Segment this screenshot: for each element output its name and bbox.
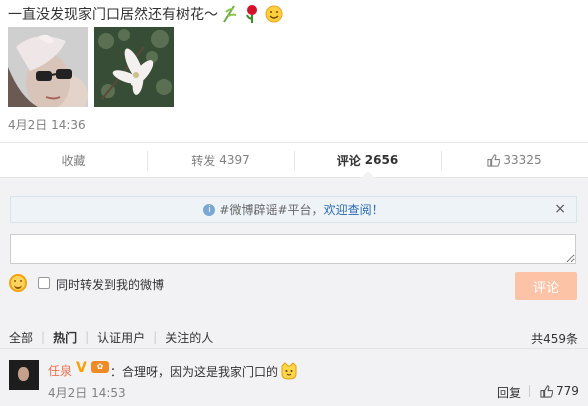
post-time[interactable]: 4月2日 14:36 bbox=[8, 116, 86, 133]
post-text: 一直没发现家门口居然还有树花～ bbox=[8, 7, 218, 23]
comment-like-button[interactable]: 779 bbox=[540, 384, 579, 398]
like-button[interactable]: 33325 bbox=[441, 143, 588, 177]
tab-separator: | bbox=[153, 330, 158, 344]
comment-filter-tabs: 全部 | 热门 | 认证用户 | 关注的人 共459条 bbox=[0, 318, 588, 356]
avatar-face bbox=[18, 367, 29, 381]
post-images bbox=[8, 27, 174, 107]
comment-label: 评论 bbox=[336, 153, 361, 168]
comment-total: 共459条 bbox=[531, 332, 578, 346]
verified-badge-icon: V bbox=[76, 360, 87, 376]
notice-prefix: #微博辟谣# bbox=[219, 203, 288, 217]
tab-separator: | bbox=[85, 330, 90, 344]
thumbs-up-icon bbox=[540, 384, 553, 398]
info-icon: i bbox=[203, 203, 216, 216]
comment-item: 任泉 V ✿ ：合理呀，因为这是我家门口的 4月2日 14:53 回复 779 bbox=[0, 354, 588, 406]
tab-following[interactable]: 关注的人 bbox=[165, 329, 213, 346]
thumbs-up-icon bbox=[487, 153, 501, 167]
comment-username[interactable]: 任泉 bbox=[48, 362, 72, 379]
comment-like-count: 779 bbox=[556, 384, 579, 398]
repost-checkbox-label[interactable]: 同时转发到我的微博 bbox=[56, 276, 164, 293]
bamboo-emoji-icon bbox=[223, 5, 237, 23]
comment-area: i #微博辟谣# 平台， 欢迎查阅！ × 同时转发到我的微博 评论 全部 | 热… bbox=[0, 178, 588, 406]
tab-all[interactable]: 全部 bbox=[9, 329, 33, 346]
comment-time: 4月2日 14:53 bbox=[48, 386, 126, 400]
post-image-selfie[interactable] bbox=[8, 27, 88, 107]
active-caret bbox=[360, 171, 375, 178]
collect-label: 收藏 bbox=[61, 153, 86, 168]
tab-hot[interactable]: 热门 bbox=[53, 329, 77, 346]
comment-count: 2656 bbox=[364, 153, 399, 167]
avatar[interactable] bbox=[9, 360, 39, 390]
tab-verified-users[interactable]: 认证用户 bbox=[97, 329, 145, 346]
comment-tab-button[interactable]: 评论 2656 bbox=[294, 143, 441, 178]
notice-middle: 平台， bbox=[287, 203, 324, 217]
repost-count: 4397 bbox=[219, 153, 250, 167]
repost-checkbox[interactable] bbox=[38, 277, 50, 289]
close-icon[interactable]: × bbox=[554, 201, 566, 217]
comment-text-row: ：合理呀，因为这是我家门口的 bbox=[110, 362, 298, 380]
post-text-row: 一直没发现家门口居然还有树花～ bbox=[8, 4, 284, 24]
emoji-picker-icon[interactable] bbox=[9, 274, 27, 292]
reply-button[interactable]: 回复 bbox=[497, 384, 521, 401]
member-crown-icon: ✿ bbox=[91, 361, 109, 373]
like-count: 33325 bbox=[503, 153, 542, 167]
collect-button[interactable]: 收藏 bbox=[0, 143, 147, 177]
rose-emoji-icon bbox=[246, 5, 257, 23]
notice-link[interactable]: 欢迎查阅！ bbox=[324, 201, 384, 218]
submit-comment-button[interactable]: 评论 bbox=[515, 272, 577, 300]
cat-emoji-icon bbox=[281, 362, 297, 380]
tabs-divider bbox=[0, 348, 588, 349]
tab-separator: | bbox=[41, 330, 46, 344]
smiling-sun-emoji-icon bbox=[265, 5, 283, 23]
rumor-notice-banner: i #微博辟谣# 平台， 欢迎查阅！ × bbox=[10, 196, 577, 223]
comment-input[interactable] bbox=[10, 234, 576, 264]
repost-label: 转发 bbox=[191, 153, 216, 168]
repost-button[interactable]: 转发 4397 bbox=[147, 143, 294, 177]
divider bbox=[529, 385, 530, 397]
post-action-bar: 收藏 转发 4397 评论 2656 33325 bbox=[0, 142, 588, 178]
post-image-magnolia[interactable] bbox=[94, 27, 174, 107]
comment-text: ：合理呀，因为这是我家门口的 bbox=[110, 365, 279, 379]
